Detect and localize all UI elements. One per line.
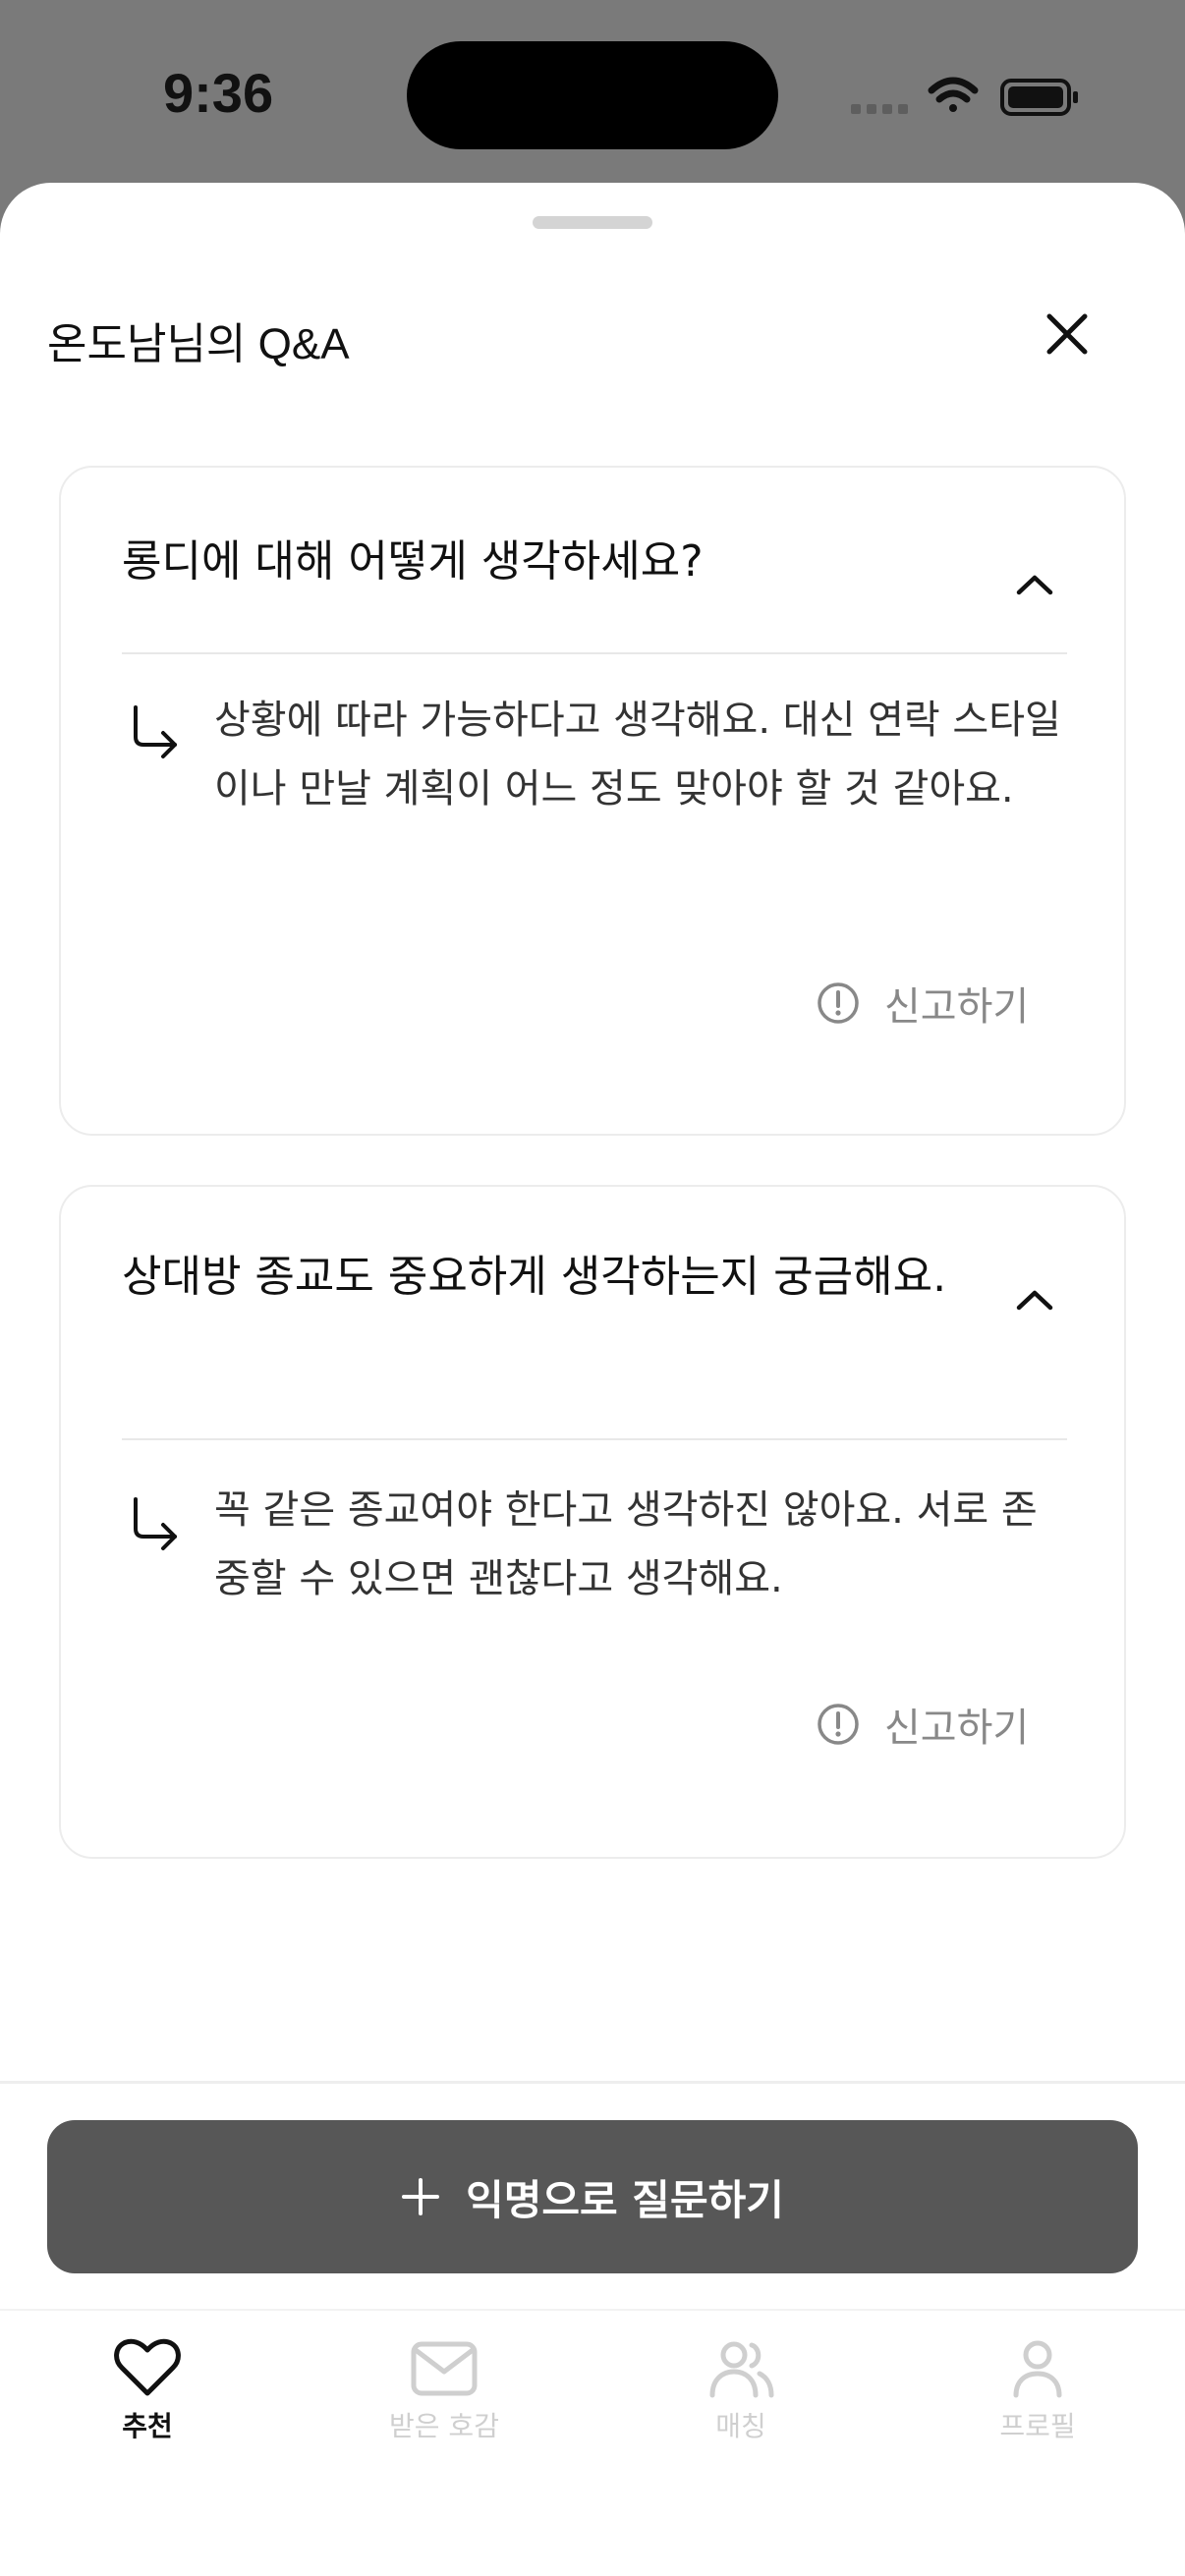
- card-divider: [122, 1438, 1067, 1440]
- user-icon: [1013, 2340, 1062, 2398]
- question-text: 상대방 종교도 중요하게 생각하는지 궁금해요.: [122, 1252, 947, 1302]
- report-label: 신고하기: [884, 1706, 1030, 1751]
- tab-matching[interactable]: 매칭: [643, 2338, 839, 2456]
- heart-icon: [114, 2338, 181, 2396]
- tab-label: 추천: [122, 2410, 173, 2442]
- qa-card: 롱디에 대해 어떻게 생각하세요? 상황에 따라 가능하다고 생각해요. 대신 …: [59, 466, 1126, 1136]
- footer-divider: [0, 2081, 1185, 2084]
- chevron-up-icon: [1016, 1290, 1053, 1311]
- qa-card: 상대방 종교도 중요하게 생각하는지 궁금해요. 꼭 같은 종교여야 한다고 생…: [59, 1185, 1126, 1859]
- reply-arrow-icon: [134, 1497, 177, 1550]
- wifi-icon: [928, 77, 979, 112]
- users-icon: [709, 2341, 774, 2398]
- ask-anonymous-button[interactable]: 익명으로 질문하기: [47, 2120, 1138, 2273]
- close-button[interactable]: [1034, 301, 1100, 367]
- report-button[interactable]: 신고하기: [816, 969, 1029, 1037]
- battery-icon: [1000, 79, 1078, 116]
- plus-icon: [402, 2178, 440, 2215]
- tabbar-divider: [0, 2309, 1185, 2311]
- tab-label: 매칭: [715, 2410, 766, 2442]
- collapse-button[interactable]: [1000, 550, 1069, 619]
- dynamic-island: [407, 41, 778, 149]
- cellular-signal-icon: [851, 104, 908, 114]
- card-divider: [122, 652, 1067, 654]
- collapse-button[interactable]: [1000, 1265, 1069, 1334]
- status-time: 9:36: [163, 62, 274, 124]
- ask-button-label: 익명으로 질문하기: [466, 2175, 784, 2224]
- reply-arrow-icon: [134, 705, 177, 758]
- tab-label: 프로필: [999, 2410, 1076, 2442]
- alert-circle-icon: [818, 982, 859, 1024]
- answer-text: 상황에 따라 가능하다고 생각해요. 대신 연락 스타일이나 만날 계획이 어느…: [214, 698, 1061, 812]
- tab-label: 받은 호감: [389, 2410, 499, 2442]
- chevron-up-icon: [1016, 575, 1053, 595]
- status-icons: [851, 77, 1078, 116]
- mail-icon: [411, 2341, 478, 2396]
- sheet-title: 온도남님의 Q&A: [47, 320, 350, 368]
- tab-recommend[interactable]: 추천: [49, 2338, 246, 2456]
- status-bar: 9:36: [0, 0, 1185, 187]
- tab-profile[interactable]: 프로필: [939, 2338, 1136, 2456]
- tab-received-likes[interactable]: 받은 호감: [346, 2338, 542, 2456]
- answer-text: 꼭 같은 종교여야 한다고 생각하진 않아요. 서로 존중할 수 있으면 괜찮다…: [214, 1487, 1038, 1601]
- alert-circle-icon: [818, 1704, 859, 1745]
- sheet-grabber[interactable]: [533, 216, 652, 229]
- close-icon: [1046, 313, 1088, 355]
- report-button[interactable]: 신고하기: [816, 1690, 1029, 1759]
- report-label: 신고하기: [884, 984, 1030, 1030]
- question-text: 롱디에 대해 어떻게 생각하세요?: [122, 536, 704, 587]
